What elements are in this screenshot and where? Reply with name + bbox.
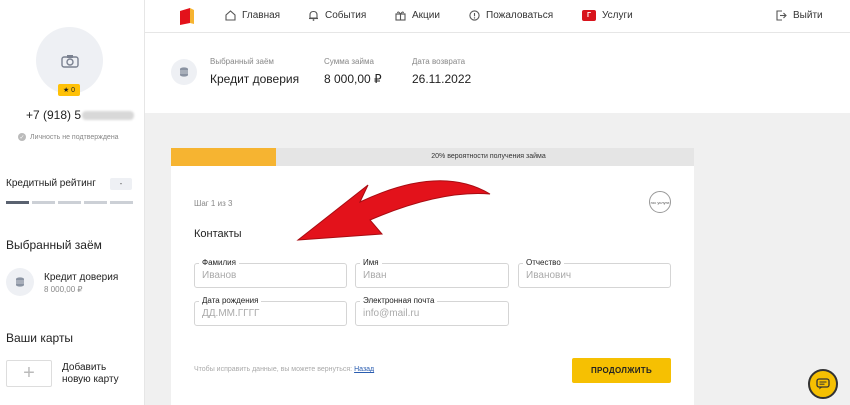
nav-services-label: Услуги bbox=[602, 10, 633, 21]
summary-amount-label: Сумма займа bbox=[324, 57, 374, 66]
nav-events[interactable]: События bbox=[308, 10, 366, 21]
credit-rating-value: - bbox=[110, 178, 132, 190]
plus-icon: + bbox=[23, 362, 35, 384]
nav-home-label: Главная bbox=[242, 10, 281, 21]
summary-loan: Выбранный заём Кредит доверия bbox=[210, 57, 299, 86]
check-icon: ✓ bbox=[18, 133, 26, 141]
last-name-label: Фамилия bbox=[199, 258, 239, 267]
nav-promotions-label: Акции bbox=[412, 10, 440, 21]
progress-text: 20% вероятности получения займа bbox=[431, 153, 546, 160]
nav-complain[interactable]: Пожаловаться bbox=[469, 10, 553, 21]
credit-rating-label: Кредитный рейтинг bbox=[6, 178, 96, 189]
middle-name-field[interactable]: Отчество bbox=[518, 258, 671, 288]
credit-rating-bars bbox=[6, 201, 133, 204]
sidebar: ★ 0 +7 (918) 5 ✓ Личность не подтвержден… bbox=[0, 0, 145, 405]
coins-icon bbox=[6, 268, 34, 296]
rating-bar bbox=[84, 201, 107, 204]
logout-button[interactable]: Выйти bbox=[776, 10, 823, 21]
bell-icon bbox=[309, 10, 318, 21]
phone-mask bbox=[82, 111, 135, 121]
email-field[interactable]: Электронная почта bbox=[355, 296, 509, 326]
logout-label: Выйти bbox=[793, 10, 823, 21]
step-indicator: Шаг 1 из 3 bbox=[194, 199, 233, 208]
verify-status: ✓ Личность не подтверждена bbox=[18, 133, 119, 141]
coins-icon bbox=[171, 59, 197, 85]
middle-name-label: Отчество bbox=[523, 258, 564, 267]
birth-date-field[interactable]: Дата рождения bbox=[194, 296, 347, 326]
email-input[interactable] bbox=[363, 308, 501, 319]
last-name-field[interactable]: Фамилия bbox=[194, 258, 347, 288]
phone-prefix: +7 (918) 5 bbox=[26, 108, 82, 122]
cards-heading: Ваши карты bbox=[6, 331, 74, 345]
rating-bar bbox=[58, 201, 81, 204]
summary-loan-value: Кредит доверия bbox=[210, 72, 300, 86]
back-link[interactable]: Назад bbox=[354, 366, 374, 373]
gift-icon bbox=[395, 11, 406, 21]
phone-number: +7 (918) 5 bbox=[26, 108, 135, 122]
birth-date-label: Дата рождения bbox=[199, 296, 262, 305]
summary-amount-value: 8 000,00 ₽ bbox=[324, 72, 382, 86]
verify-status-text: Личность не подтверждена bbox=[30, 133, 119, 141]
summary-return-value: 26.11.2022 bbox=[412, 72, 472, 86]
rating-bar bbox=[6, 201, 29, 204]
summary-amount: Сумма займа 8 000,00 ₽ bbox=[324, 57, 382, 86]
back-hint: Чтобы исправить данные, вы можете вернут… bbox=[194, 366, 374, 373]
first-name-label: Имя bbox=[360, 258, 382, 267]
nav-events-label: События bbox=[325, 10, 367, 21]
home-icon bbox=[225, 10, 236, 21]
nav-complain-label: Пожаловаться bbox=[486, 10, 554, 21]
gosuslugi-icon: Г bbox=[582, 10, 596, 21]
rating-star-badge: ★ 0 bbox=[58, 84, 80, 96]
summary-loan-label: Выбранный заём bbox=[210, 57, 274, 66]
add-card-button[interactable]: + bbox=[6, 360, 52, 387]
rating-bar bbox=[32, 201, 55, 204]
logo-icon[interactable] bbox=[178, 7, 196, 26]
logout-icon bbox=[776, 10, 787, 21]
loan-summary: Выбранный заём Кредит доверия Сумма займ… bbox=[145, 33, 850, 113]
annotation-arrow bbox=[296, 180, 491, 241]
rating-bar bbox=[110, 201, 133, 204]
back-hint-text: Чтобы исправить данные, вы можете вернут… bbox=[194, 366, 355, 373]
sidebar-loan-name[interactable]: Кредит доверия bbox=[44, 272, 118, 283]
first-name-field[interactable]: Имя bbox=[355, 258, 509, 288]
birth-date-input[interactable] bbox=[202, 308, 339, 319]
first-name-input[interactable] bbox=[363, 270, 501, 281]
alert-icon bbox=[469, 10, 480, 21]
summary-return-label: Дата возврата bbox=[412, 57, 466, 66]
selected-loan-heading: Выбранный заём bbox=[6, 238, 102, 252]
continue-button[interactable]: ПРОДОЛЖИТЬ bbox=[572, 358, 671, 383]
add-card-label[interactable]: Добавить новую карту bbox=[62, 362, 132, 386]
middle-name-input[interactable] bbox=[526, 270, 663, 281]
gosuslugi-logo[interactable]: гос услуги bbox=[649, 191, 671, 213]
camera-icon bbox=[60, 54, 79, 68]
nav-home[interactable]: Главная bbox=[225, 10, 280, 21]
last-name-input[interactable] bbox=[202, 270, 339, 281]
nav-services[interactable]: Г Услуги bbox=[582, 10, 633, 21]
section-title: Контакты bbox=[194, 228, 242, 240]
nav-promotions[interactable]: Акции bbox=[395, 10, 440, 21]
sidebar-loan-amount: 8 000,00 ₽ bbox=[44, 285, 83, 294]
chat-button[interactable] bbox=[808, 369, 838, 399]
email-label: Электронная почта bbox=[360, 296, 438, 305]
approval-progress: 20% вероятности получения займа bbox=[171, 148, 694, 166]
summary-return-date: Дата возврата 26.11.2022 bbox=[412, 57, 471, 86]
chat-icon bbox=[816, 378, 830, 390]
top-nav: Главная События Акции Пожаловаться Г Усл… bbox=[145, 0, 850, 33]
